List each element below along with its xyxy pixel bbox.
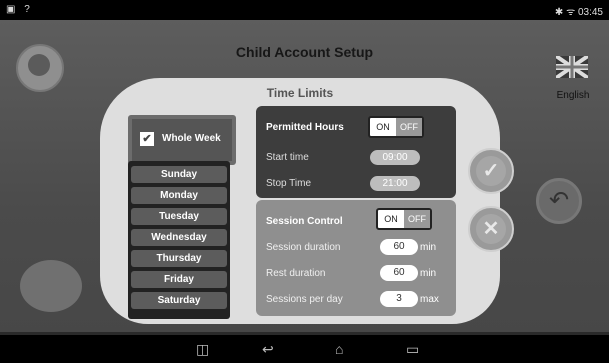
days-list: Sunday Monday Tuesday Wednesday Thursday… [128, 161, 230, 319]
session-duration-unit: min [420, 242, 437, 253]
day-tuesday[interactable]: Tuesday [131, 208, 227, 225]
close-icon: ✕ [476, 214, 506, 244]
status-bar: ▣ ? ✱ ᯤ 03:45 [0, 0, 609, 20]
checkbox-check-icon[interactable]: ✔ [140, 132, 154, 146]
stop-time-label: Stop Time [266, 178, 312, 189]
day-wednesday[interactable]: Wednesday [131, 229, 227, 246]
toggle-on-label: ON [376, 122, 390, 132]
start-time-label: Start time [266, 152, 309, 163]
session-duration-field[interactable]: 60 [380, 239, 418, 255]
sessions-per-day-label: Sessions per day [266, 294, 343, 305]
back-arrow-icon[interactable]: ↶ [536, 178, 582, 224]
app-area: Child Account Setup English ↶ Time Limit… [0, 20, 609, 335]
sessions-per-day-field[interactable]: 3 [380, 291, 418, 307]
sessions-per-day-unit: max [420, 294, 439, 305]
session-control-panel: Session Control ON OFF Session duration … [256, 200, 456, 316]
settings-globe-icon[interactable] [20, 260, 82, 312]
recent-apps-icon[interactable]: ▭ [406, 341, 419, 358]
language-label[interactable]: English [548, 90, 598, 101]
session-duration-label: Session duration [266, 242, 341, 253]
session-control-toggle[interactable]: ON OFF [376, 208, 432, 230]
confirm-button[interactable]: ✓ [468, 148, 514, 194]
rest-duration-label: Rest duration [266, 268, 326, 279]
status-right: ✱ ᯤ 03:45 [554, 7, 603, 18]
day-friday[interactable]: Friday [131, 271, 227, 288]
status-left-icons: ▣ ? [6, 4, 33, 15]
start-time-field[interactable]: 09:00 [370, 150, 420, 165]
whole-week-label: Whole Week [162, 133, 221, 144]
permitted-hours-panel: Permitted Hours ON OFF Start time 09:00 … [256, 106, 456, 198]
home-icon[interactable]: ⌂ [335, 341, 343, 357]
day-thursday[interactable]: Thursday [131, 250, 227, 267]
checkmark-icon: ✓ [476, 156, 506, 186]
toggle-off-label: OFF [396, 118, 422, 136]
time-limits-dialog: Time Limits ✔ Whole Week Sunday Monday T… [100, 78, 514, 324]
day-sunday[interactable]: Sunday [131, 166, 227, 183]
back-icon[interactable]: ↩ [262, 341, 274, 358]
toggle-off-label: OFF [404, 210, 430, 228]
rest-duration-field[interactable]: 60 [380, 265, 418, 281]
toggle-on-label: ON [384, 214, 398, 224]
page-title: Child Account Setup [235, 44, 374, 60]
rest-duration-unit: min [420, 268, 437, 279]
whole-week-button[interactable]: ✔ Whole Week [128, 115, 236, 165]
permitted-hours-toggle[interactable]: ON OFF [368, 116, 424, 138]
navigation-bar: ◫ ↩ ⌂ ▭ [0, 335, 609, 363]
screenshot-icon[interactable]: ◫ [196, 341, 209, 358]
cancel-button[interactable]: ✕ [468, 206, 514, 252]
session-control-label: Session Control [266, 216, 343, 227]
uk-flag-icon[interactable] [554, 54, 590, 80]
day-monday[interactable]: Monday [131, 187, 227, 204]
dialog-title: Time Limits [266, 86, 334, 100]
permitted-hours-label: Permitted Hours [266, 122, 344, 133]
day-saturday[interactable]: Saturday [131, 292, 227, 309]
stop-time-field[interactable]: 21:00 [370, 176, 420, 191]
